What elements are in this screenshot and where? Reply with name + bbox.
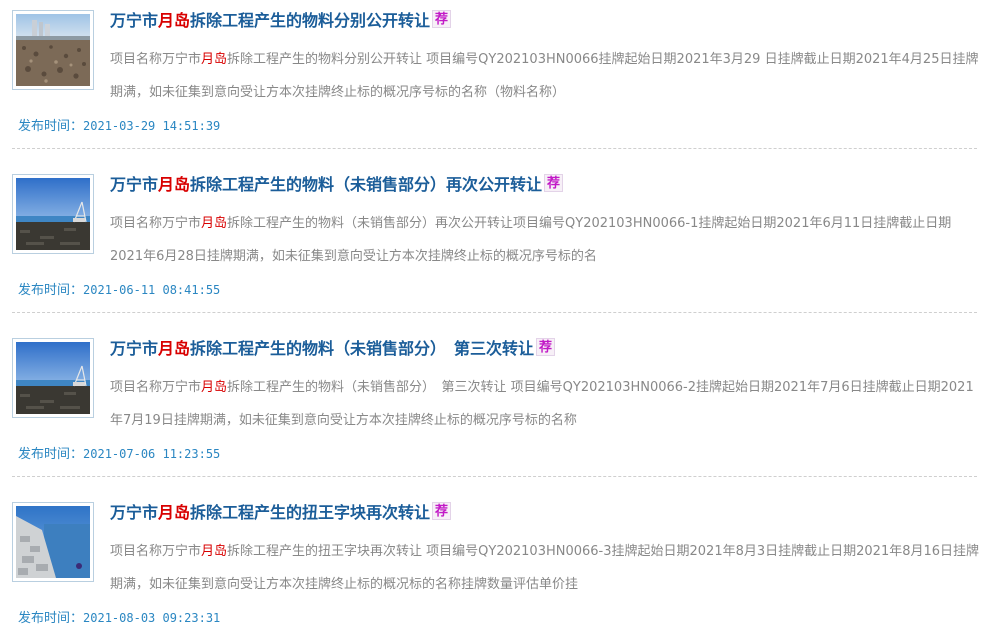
item-thumbnail[interactable] (12, 338, 94, 418)
item-title-highlight: 月岛 (158, 503, 191, 522)
item-title-highlight: 月岛 (158, 11, 191, 30)
item-summary: 项目名称万宁市月岛拆除工程产生的物料（未销售部分） 第三次转让 项目编号QY20… (110, 371, 980, 437)
item-divider (12, 148, 977, 149)
item-summary: 项目名称万宁市月岛拆除工程产生的物料分别公开转让 项目编号QY202103HN0… (110, 43, 980, 109)
list-item: 万宁市月岛拆除工程产生的物料（未销售部分） 第三次转让荐项目名称万宁市月岛拆除工… (0, 328, 1003, 492)
item-summary-highlight: 月岛 (201, 52, 228, 67)
item-summary-rest: 拆除工程产生的扭王字块再次转让 项目编号QY202103HN0066-3挂牌起始… (110, 544, 980, 592)
item-summary: 项目名称万宁市月岛拆除工程产生的物料（未销售部分）再次公开转让项目编号QY202… (110, 207, 980, 273)
item-title-rest: 拆除工程产生的扭王字块再次转让 (190, 503, 431, 522)
item-summary-rest: 拆除工程产生的物料（未销售部分）再次公开转让项目编号QY202103HN0066… (110, 216, 952, 264)
publish-time-value: 2021-03-29 14:51:39 (83, 119, 221, 133)
item-title-link[interactable]: 万宁市月岛拆除工程产生的物料（未销售部分）再次公开转让荐 (110, 174, 564, 196)
item-title-rest: 拆除工程产生的物料（未销售部分） 第三次转让 (190, 339, 535, 358)
list-item: 万宁市月岛拆除工程产生的物料分别公开转让荐项目名称万宁市月岛拆除工程产生的物料分… (0, 0, 1003, 164)
publish-time: 发布时间：2021-08-03 09:23:31 (18, 607, 220, 626)
publish-time-label: 发布时间： (18, 119, 84, 134)
recommend-badge: 荐 (432, 10, 452, 28)
item-summary-highlight: 月岛 (201, 544, 228, 559)
publish-time-value: 2021-06-11 08:41:55 (83, 283, 221, 297)
publish-time-label: 发布时间： (18, 447, 84, 462)
item-summary-highlight: 月岛 (201, 216, 228, 231)
list-item: 万宁市月岛拆除工程产生的扭王字块再次转让荐项目名称万宁市月岛拆除工程产生的扭王字… (0, 492, 1003, 633)
item-summary: 项目名称万宁市月岛拆除工程产生的扭王字块再次转让 项目编号QY202103HN0… (110, 535, 980, 601)
publish-time-value: 2021-07-06 11:23:55 (83, 447, 221, 461)
list-item: 万宁市月岛拆除工程产生的物料（未销售部分）再次公开转让荐项目名称万宁市月岛拆除工… (0, 164, 1003, 328)
item-summary-highlight: 月岛 (201, 380, 228, 395)
publish-time-label: 发布时间： (18, 283, 84, 298)
publish-time-value: 2021-08-03 09:23:31 (83, 611, 221, 625)
item-title-prefix: 万宁市 (110, 11, 159, 30)
item-summary-prefix: 项目名称万宁市 (110, 216, 202, 231)
news-list: 万宁市月岛拆除工程产生的物料分别公开转让荐项目名称万宁市月岛拆除工程产生的物料分… (0, 0, 1003, 633)
item-divider (12, 312, 977, 313)
publish-time: 发布时间：2021-06-11 08:41:55 (18, 279, 220, 298)
item-title-rest: 拆除工程产生的物料分别公开转让 (190, 11, 431, 30)
item-title-rest: 拆除工程产生的物料（未销售部分）再次公开转让 (190, 175, 543, 194)
item-thumbnail[interactable] (12, 502, 94, 582)
item-title-link[interactable]: 万宁市月岛拆除工程产生的扭王字块再次转让荐 (110, 502, 452, 524)
item-thumbnail[interactable] (12, 10, 94, 90)
item-title-link[interactable]: 万宁市月岛拆除工程产生的物料（未销售部分） 第三次转让荐 (110, 338, 556, 360)
item-summary-prefix: 项目名称万宁市 (110, 52, 202, 67)
publish-time-label: 发布时间： (18, 611, 84, 626)
recommend-badge: 荐 (536, 338, 556, 356)
item-divider (12, 476, 977, 477)
item-title-highlight: 月岛 (158, 339, 191, 358)
item-title-prefix: 万宁市 (110, 503, 159, 522)
item-title-prefix: 万宁市 (110, 175, 159, 194)
item-summary-rest: 拆除工程产生的物料（未销售部分） 第三次转让 项目编号QY202103HN006… (110, 380, 974, 428)
recommend-badge: 荐 (544, 174, 564, 192)
recommend-badge: 荐 (432, 502, 452, 520)
item-thumbnail[interactable] (12, 174, 94, 254)
item-title-link[interactable]: 万宁市月岛拆除工程产生的物料分别公开转让荐 (110, 10, 452, 32)
item-title-prefix: 万宁市 (110, 339, 159, 358)
item-summary-prefix: 项目名称万宁市 (110, 544, 202, 559)
item-summary-prefix: 项目名称万宁市 (110, 380, 202, 395)
publish-time: 发布时间：2021-03-29 14:51:39 (18, 115, 220, 134)
item-title-highlight: 月岛 (158, 175, 191, 194)
publish-time: 发布时间：2021-07-06 11:23:55 (18, 443, 220, 462)
item-summary-rest: 拆除工程产生的物料分别公开转让 项目编号QY202103HN0066挂牌起始日期… (110, 52, 979, 100)
